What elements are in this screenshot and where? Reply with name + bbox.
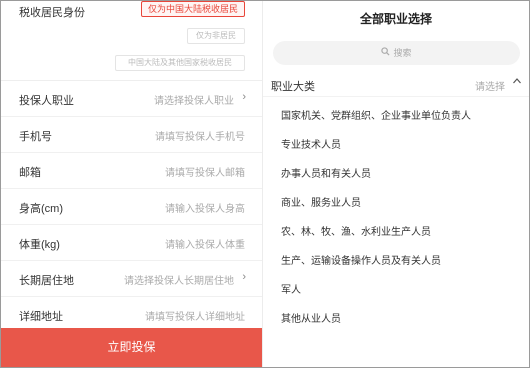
phone-row: 手机号 请填写投保人手机号 <box>1 117 262 153</box>
residence-row[interactable]: 长期居住地 请选择投保人长期居住地 › <box>1 261 262 297</box>
occupation-row[interactable]: 投保人职业 请选择投保人职业 › <box>1 81 262 117</box>
weight-input[interactable]: 请输入投保人体重 <box>165 236 245 251</box>
occupation-option[interactable]: 专业技术人员 <box>263 128 529 157</box>
occupation-option[interactable]: 生产、运输设备操作人员及有关人员 <box>263 244 529 273</box>
address-label: 详细地址 <box>19 311 63 323</box>
weight-label: 体重(kg) <box>19 239 60 251</box>
category-header[interactable]: 职业大类 请选择 <box>263 71 529 97</box>
email-row: 邮箱 请填写投保人邮箱 <box>1 153 262 189</box>
phone-input[interactable]: 请填写投保人手机号 <box>155 128 245 143</box>
occupation-option-label: 办事人员和有关人员 <box>281 169 371 180</box>
height-input[interactable]: 请输入投保人身高 <box>165 200 245 215</box>
occupation-option[interactable]: 农、林、牧、渔、水利业生产人员 <box>263 215 529 244</box>
category-value: 请选择 <box>475 82 505 93</box>
occupation-option-label: 军人 <box>281 285 301 296</box>
occupation-label: 投保人职业 <box>19 95 74 107</box>
occupation-option-label: 商业、服务业人员 <box>281 198 361 209</box>
occupation-option[interactable]: 商业、服务业人员 <box>263 186 529 215</box>
weight-row: 体重(kg) 请输入投保人体重 <box>1 225 262 261</box>
category-label: 职业大类 <box>271 81 315 93</box>
chevron-up-icon[interactable] <box>512 76 522 89</box>
occupation-option-label: 专业技术人员 <box>281 140 341 151</box>
occupation-option-label: 其他从业人员 <box>281 314 341 325</box>
phone-label: 手机号 <box>19 131 52 143</box>
chevron-right-icon: › <box>242 91 246 103</box>
search-placeholder: 搜索 <box>393 48 412 58</box>
chevron-right-icon: › <box>242 271 246 283</box>
tax-option-mainland-only[interactable]: 仅为中国大陆税收居民 <box>141 1 245 17</box>
occupation-option[interactable]: 办事人员和有关人员 <box>263 157 529 186</box>
search-input[interactable]: 搜索 <box>273 41 520 65</box>
email-input[interactable]: 请填写投保人邮箱 <box>165 164 245 179</box>
address-input[interactable]: 请填写投保人详细地址 <box>145 308 245 323</box>
submit-button[interactable]: 立即投保 <box>1 328 262 367</box>
occupation-option[interactable]: 军人 <box>263 273 529 302</box>
tax-resident-row: 税收居民身份 仅为中国大陆税收居民 仅为非居民 中国大陆及其他国家税收居民 <box>1 1 262 81</box>
residence-label: 长期居住地 <box>19 275 74 287</box>
height-row: 身高(cm) 请输入投保人身高 <box>1 189 262 225</box>
occupation-panel: 全部职业选择 搜索 职业大类 请选择 国家机关、党群组织、企业事业单位负责人 专… <box>263 1 529 367</box>
tax-resident-label: 税收居民身份 <box>19 7 85 19</box>
panel-title: 全部职业选择 <box>359 12 432 26</box>
address-row: 详细地址 请填写投保人详细地址 <box>1 297 262 327</box>
tax-option-mainland-and-other[interactable]: 中国大陆及其他国家税收居民 <box>115 55 245 71</box>
occupation-option-label: 生产、运输设备操作人员及有关人员 <box>281 256 441 267</box>
search-icon <box>381 47 390 59</box>
occupation-option[interactable]: 其他从业人员 <box>263 302 529 331</box>
occupation-option[interactable]: 国家机关、党群组织、企业事业单位负责人 <box>263 99 529 128</box>
height-label: 身高(cm) <box>19 203 63 215</box>
tax-option-non-resident[interactable]: 仅为非居民 <box>187 28 245 44</box>
email-label: 邮箱 <box>19 167 41 179</box>
occupation-option-label: 农、林、牧、渔、水利业生产人员 <box>281 227 431 238</box>
occupation-option-label: 国家机关、党群组织、企业事业单位负责人 <box>281 111 471 122</box>
insurance-form: 税收居民身份 仅为中国大陆税收居民 仅为非居民 中国大陆及其他国家税收居民 投保… <box>1 1 262 327</box>
residence-select[interactable]: 请选择投保人长期居住地 <box>124 272 234 287</box>
occupation-select[interactable]: 请选择投保人职业 <box>154 92 234 107</box>
